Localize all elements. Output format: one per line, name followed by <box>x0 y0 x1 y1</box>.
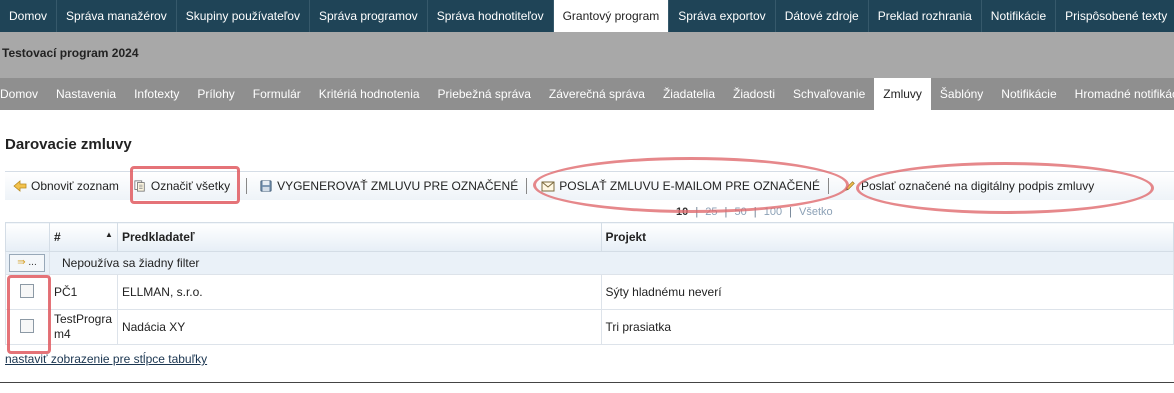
topnav-sprava-hodnotitelov[interactable]: Správa hodnotiteľov <box>428 0 554 32</box>
generate-contract-button[interactable]: VYGENEROVAŤ ZMLUVU PRE OZNAČENÉ <box>259 179 518 193</box>
filter-button[interactable]: ⇛ ... <box>9 254 45 272</box>
project-column-header[interactable]: Projekt <box>600 222 1174 252</box>
refresh-button[interactable]: Obnoviť zoznam <box>13 179 119 193</box>
program-title: Testovací program 2024 <box>2 46 139 60</box>
filter-arrow-icon: ⇛ <box>17 257 26 268</box>
select-all-label: Označiť všetky <box>150 179 231 193</box>
filter-button-label: ... <box>28 257 37 268</box>
topnav-notifikacie[interactable]: Notifikácie <box>982 0 1057 32</box>
table-header-row: # ▲ Predkladateľ Projekt <box>5 222 1174 252</box>
toolbar-divider <box>526 178 528 194</box>
subnav-sablony[interactable]: Šablóny <box>931 78 992 110</box>
subnav-priebezna-sprava[interactable]: Priebežná správa <box>429 78 540 110</box>
filter-row: ⇛ ... Nepoužíva sa žiadny filter <box>5 251 1174 275</box>
column-settings-link[interactable]: nastaviť zobrazenie pre stĺpce tabuľky <box>5 352 207 366</box>
row-checkbox-cell <box>5 274 50 310</box>
topnav-sprava-programov[interactable]: Správa programov <box>310 0 428 32</box>
topnav-skupiny-pouzivatelov[interactable]: Skupiny používateľov <box>177 0 310 32</box>
subnav-kriteria-hodnotenia[interactable]: Kritériá hodnotenia <box>310 78 429 110</box>
table-row[interactable]: PČ1 ELLMAN, s.r.o. Sýty hladnému neverí <box>5 274 1174 310</box>
topnav-prisposobene-texty[interactable]: Prispôsobené texty <box>1056 0 1174 32</box>
page-size-selector: 10 | 25 | 50 | 100 | Všetko <box>674 206 835 218</box>
topnav-sprava-manazerov[interactable]: Správa manažérov <box>57 0 177 32</box>
digital-sign-button[interactable]: Poslať označené na digitálny podpis zmlu… <box>843 179 1094 193</box>
contracts-table: # ▲ Predkladateľ Projekt ⇛ ... Nepoužíva… <box>5 222 1174 345</box>
paging-separator: | <box>724 206 728 218</box>
row-checkbox[interactable] <box>20 318 35 333</box>
checkbox-column-header <box>5 222 50 252</box>
topnav-sprava-exportov[interactable]: Správa exportov <box>669 0 776 32</box>
floppy-disk-icon <box>260 180 272 192</box>
footer-divider <box>0 382 1174 383</box>
subnav-formular[interactable]: Formulár <box>244 78 310 110</box>
row-number: PČ1 <box>48 274 118 310</box>
sort-ascending-icon: ▲ <box>105 230 113 239</box>
paging-separator: | <box>695 206 699 218</box>
program-subnavigation: Domov Nastavenia Infotexty Prílohy Formu… <box>0 78 1174 110</box>
subnav-prilohy[interactable]: Prílohy <box>188 78 243 110</box>
section-title: Darovacie zmluvy <box>5 136 132 153</box>
generate-contract-label: VYGENEROVAŤ ZMLUVU PRE OZNAČENÉ <box>277 179 519 193</box>
row-checkbox-cell <box>5 309 50 345</box>
row-number: TestProgram4 <box>48 309 118 345</box>
refresh-label: Obnoviť zoznam <box>31 179 119 193</box>
row-submitter: ELLMAN, s.r.o. <box>116 274 602 310</box>
digital-sign-label: Poslať označené na digitálny podpis zmlu… <box>860 179 1095 193</box>
select-all-button[interactable]: Označiť všetky <box>133 179 230 193</box>
topnav-domov[interactable]: Domov <box>0 0 58 32</box>
email-contract-button[interactable]: POSLAŤ ZMLUVU E-MAILOM PRE OZNAČENÉ <box>541 179 820 193</box>
filter-button-cell: ⇛ ... <box>5 251 50 275</box>
subnav-schvalovanie[interactable]: Schvaľovanie <box>784 78 874 110</box>
subnav-ziadatelia[interactable]: Žiadatelia <box>654 78 724 110</box>
row-project: Tri prasiatka <box>600 309 1174 345</box>
page-size-option-all[interactable]: Všetko <box>799 206 833 218</box>
subnav-infotexty[interactable]: Infotexty <box>125 78 188 110</box>
subnav-hromadne-notifikacie[interactable]: Hromadné notifikácie <box>1066 78 1174 110</box>
email-contract-label: POSLAŤ ZMLUVU E-MAILOM PRE OZNAČENÉ <box>559 179 820 193</box>
page-size-current[interactable]: 10 <box>676 206 688 218</box>
table-row[interactable]: TestProgram4 Nadácia XY Tri prasiatka <box>5 309 1174 345</box>
toolbar-divider <box>246 178 248 194</box>
filter-status: Nepoužíva sa žiadny filter <box>48 251 1174 275</box>
document-copy-icon <box>134 180 145 192</box>
subnav-domov[interactable]: Domov <box>0 78 47 110</box>
page-size-option[interactable]: 50 <box>734 206 746 218</box>
topnav-datove-zdroje[interactable]: Dátové zdroje <box>776 0 869 32</box>
number-column-header[interactable]: # ▲ <box>48 222 118 252</box>
paging-separator: | <box>753 206 757 218</box>
row-project: Sýty hladnému neverí <box>600 274 1174 310</box>
pencil-icon <box>845 181 855 191</box>
topnav-preklad-rozhrania[interactable]: Preklad rozhrania <box>869 0 982 32</box>
subnav-zmluvy[interactable]: Zmluvy <box>874 78 931 110</box>
contracts-toolbar: Obnoviť zoznam Označiť všetky VYGENEROVA… <box>5 171 1174 200</box>
refresh-arrow-icon <box>13 180 27 192</box>
submitter-column-header[interactable]: Predkladateľ <box>116 222 602 252</box>
toolbar-divider <box>827 178 829 194</box>
row-checkbox[interactable] <box>20 283 35 298</box>
envelope-icon <box>541 181 555 192</box>
paging-separator: | <box>789 206 792 218</box>
top-navigation: Domov Správa manažérov Skupiny používate… <box>0 0 1174 32</box>
page-size-option[interactable]: 25 <box>705 206 717 218</box>
subnav-notifikacie[interactable]: Notifikácie <box>992 78 1065 110</box>
subnav-zaverecna-sprava[interactable]: Záverečná správa <box>540 78 654 110</box>
topnav-grantovy-program[interactable]: Grantový program <box>553 0 670 32</box>
subnav-nastavenia[interactable]: Nastavenia <box>47 78 125 110</box>
program-header: Testovací program 2024 <box>0 32 1174 78</box>
row-submitter: Nadácia XY <box>116 309 602 345</box>
page-size-option[interactable]: 100 <box>764 206 782 218</box>
subnav-ziadosti[interactable]: Žiadosti <box>724 78 784 110</box>
number-column-label: # <box>53 230 61 244</box>
